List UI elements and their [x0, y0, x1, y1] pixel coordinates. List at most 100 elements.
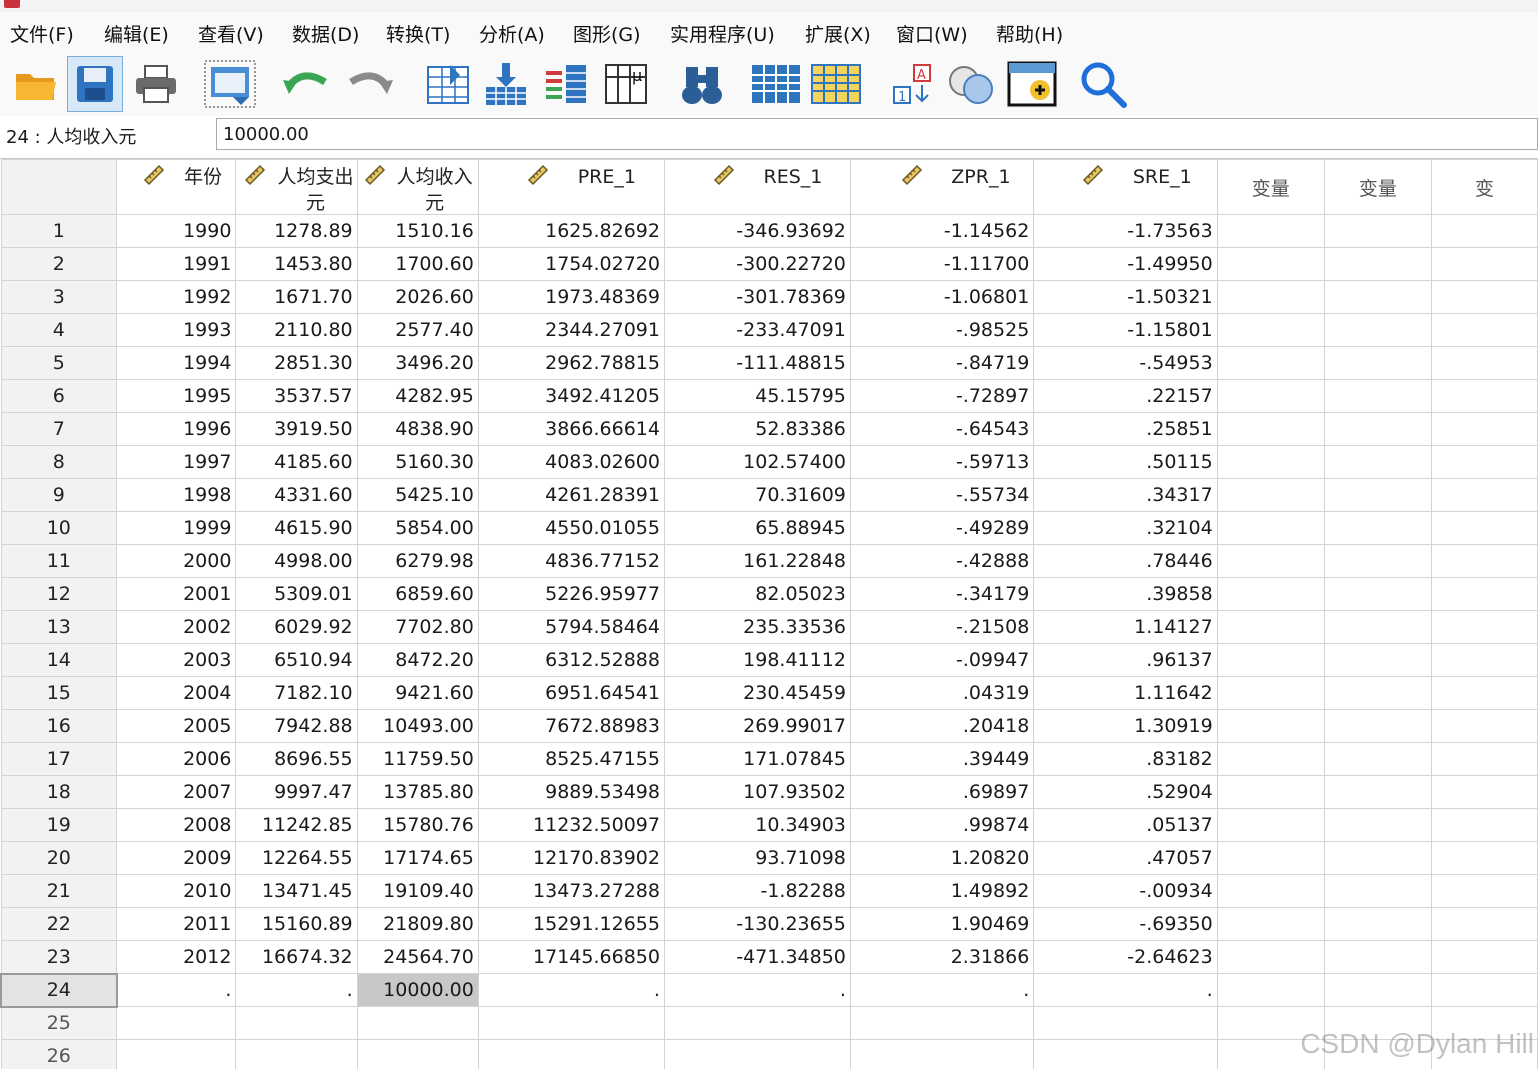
data-cell[interactable]: 70.31609: [664, 479, 850, 512]
data-cell[interactable]: 8525.47155: [478, 743, 664, 776]
row-header[interactable]: 24: [1, 974, 117, 1007]
data-cell[interactable]: .34317: [1034, 479, 1217, 512]
data-cell[interactable]: .96137: [1034, 644, 1217, 677]
empty-cell[interactable]: [1217, 875, 1324, 908]
data-cell[interactable]: 15780.76: [357, 809, 478, 842]
row-header[interactable]: 6: [1, 380, 117, 413]
empty-cell[interactable]: [1432, 446, 1538, 479]
data-cell[interactable]: 45.15795: [664, 380, 850, 413]
data-cell[interactable]: -.64543: [850, 413, 1033, 446]
select-cases-icon[interactable]: [944, 56, 1000, 112]
row-header[interactable]: 17: [1, 743, 117, 776]
menu-file[interactable]: 文件(F): [10, 20, 74, 47]
empty-variable-header[interactable]: 变: [1432, 160, 1538, 215]
data-cell[interactable]: 5425.10: [357, 479, 478, 512]
empty-cell[interactable]: [1217, 842, 1324, 875]
row-header[interactable]: 3: [1, 281, 117, 314]
row-header[interactable]: 9: [1, 479, 117, 512]
data-cell[interactable]: 2003: [117, 644, 236, 677]
data-cell[interactable]: -130.23655: [664, 908, 850, 941]
data-cell[interactable]: 5794.58464: [478, 611, 664, 644]
data-cell[interactable]: 1.14127: [1034, 611, 1217, 644]
row-header[interactable]: 4: [1, 314, 117, 347]
data-cell[interactable]: .69897: [850, 776, 1033, 809]
data-cell[interactable]: -2.64623: [1034, 941, 1217, 974]
data-cell[interactable]: 4615.90: [236, 512, 357, 545]
data-cell[interactable]: .99874: [850, 809, 1033, 842]
data-cell[interactable]: 2962.78815: [478, 347, 664, 380]
column-header-6[interactable]: SRE_1: [1034, 160, 1217, 215]
menu-window[interactable]: 窗口(W): [896, 20, 968, 47]
data-cell[interactable]: -.59713: [850, 446, 1033, 479]
data-cell[interactable]: -233.47091: [664, 314, 850, 347]
data-cell[interactable]: .: [478, 974, 664, 1007]
row-header[interactable]: 10: [1, 512, 117, 545]
data-cell[interactable]: -300.22720: [664, 248, 850, 281]
data-cell[interactable]: 10493.00: [357, 710, 478, 743]
data-cell[interactable]: 3537.57: [236, 380, 357, 413]
empty-variable-header[interactable]: 变量: [1217, 160, 1324, 215]
row-header[interactable]: 5: [1, 347, 117, 380]
data-cell[interactable]: 12170.83902: [478, 842, 664, 875]
data-cell[interactable]: 5309.01: [236, 578, 357, 611]
empty-cell[interactable]: [1324, 578, 1431, 611]
column-header-2[interactable]: 人均收入元: [357, 160, 478, 215]
data-cell[interactable]: 2007: [117, 776, 236, 809]
empty-cell[interactable]: [1217, 281, 1324, 314]
data-cell[interactable]: 2005: [117, 710, 236, 743]
data-cell[interactable]: 198.41112: [664, 644, 850, 677]
data-cell[interactable]: -.55734: [850, 479, 1033, 512]
data-cell[interactable]: 16674.32: [236, 941, 357, 974]
value-labels-icon[interactable]: μ: [598, 56, 654, 112]
data-cell[interactable]: 1991: [117, 248, 236, 281]
data-cell[interactable]: 2344.27091: [478, 314, 664, 347]
data-cell[interactable]: 2010: [117, 875, 236, 908]
data-cell[interactable]: -.84719: [850, 347, 1033, 380]
empty-cell[interactable]: [1217, 380, 1324, 413]
empty-cell[interactable]: [1217, 413, 1324, 446]
data-cell[interactable]: 5854.00: [357, 512, 478, 545]
empty-cell[interactable]: [1217, 314, 1324, 347]
data-cell[interactable]: 6312.52888: [478, 644, 664, 677]
empty-cell[interactable]: [1432, 644, 1538, 677]
data-cell[interactable]: -.98525: [850, 314, 1033, 347]
data-cell[interactable]: -1.73563: [1034, 215, 1217, 248]
data-cell[interactable]: -.49289: [850, 512, 1033, 545]
data-cell[interactable]: -1.50321: [1034, 281, 1217, 314]
data-cell[interactable]: 161.22848: [664, 545, 850, 578]
row-header[interactable]: 23: [1, 941, 117, 974]
empty-cell[interactable]: [1432, 743, 1538, 776]
data-cell[interactable]: 13471.45: [236, 875, 357, 908]
menu-view[interactable]: 查看(V): [198, 20, 264, 47]
data-cell[interactable]: 7702.80: [357, 611, 478, 644]
split-file-icon[interactable]: A1: [886, 56, 942, 112]
data-cell[interactable]: 2110.80: [236, 314, 357, 347]
data-cell[interactable]: 1625.82692: [478, 215, 664, 248]
data-cell[interactable]: 2001: [117, 578, 236, 611]
empty-cell[interactable]: [1432, 413, 1538, 446]
data-cell[interactable]: -1.11700: [850, 248, 1033, 281]
empty-cell[interactable]: [1217, 677, 1324, 710]
goto-variable-icon[interactable]: [478, 56, 534, 112]
empty-cell[interactable]: [1324, 908, 1431, 941]
data-cell[interactable]: 9997.47: [236, 776, 357, 809]
data-cell[interactable]: 1.90469: [850, 908, 1033, 941]
empty-cell[interactable]: [1324, 281, 1431, 314]
data-cell[interactable]: .50115: [1034, 446, 1217, 479]
row-header[interactable]: 16: [1, 710, 117, 743]
data-cell[interactable]: -.21508: [850, 611, 1033, 644]
data-cell[interactable]: 2.31866: [850, 941, 1033, 974]
data-cell[interactable]: 4261.28391: [478, 479, 664, 512]
empty-cell[interactable]: [1432, 347, 1538, 380]
data-cell[interactable]: 2011: [117, 908, 236, 941]
data-cell[interactable]: [478, 1040, 664, 1069]
variables-icon[interactable]: [538, 56, 594, 112]
save-icon[interactable]: [67, 56, 123, 112]
empty-cell[interactable]: [1324, 545, 1431, 578]
data-cell[interactable]: 4282.95: [357, 380, 478, 413]
data-cell[interactable]: 269.99017: [664, 710, 850, 743]
row-header[interactable]: 19: [1, 809, 117, 842]
data-cell[interactable]: [478, 1007, 664, 1040]
data-cell[interactable]: .83182: [1034, 743, 1217, 776]
row-header[interactable]: 20: [1, 842, 117, 875]
